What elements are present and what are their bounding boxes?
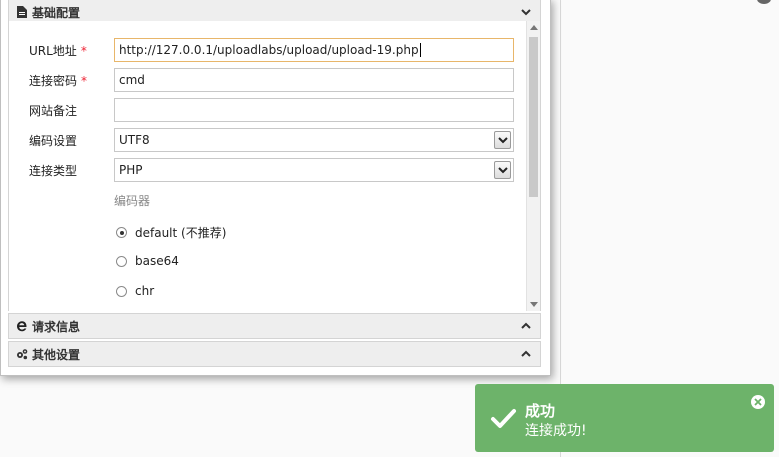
note-input[interactable] bbox=[114, 98, 514, 122]
ie-icon bbox=[16, 320, 28, 332]
scroll-up-arrow[interactable] bbox=[530, 25, 538, 30]
toast-title: 成功 bbox=[525, 402, 556, 420]
conn-type-row: 连接类型 bbox=[29, 158, 114, 182]
encoding-select[interactable]: UTF8 bbox=[114, 128, 514, 152]
radio-icon[interactable] bbox=[116, 285, 127, 297]
note-label: 网站备注 bbox=[29, 103, 78, 118]
password-label: 连接密码 * bbox=[29, 73, 88, 88]
toast-message: 连接成功! bbox=[525, 423, 587, 439]
encoder-option-label: base64 bbox=[135, 254, 179, 268]
chevron-up-icon[interactable] bbox=[520, 348, 532, 360]
panel-title-basic: 基础配置 bbox=[32, 5, 81, 20]
cogs-icon bbox=[16, 348, 28, 360]
conn-type-label: 连接类型 bbox=[29, 163, 78, 178]
radio-icon[interactable] bbox=[116, 255, 127, 267]
success-toast: 成功 连接成功! bbox=[475, 384, 774, 452]
chevron-up-icon[interactable] bbox=[520, 320, 532, 332]
radio-selected-icon[interactable] bbox=[116, 227, 127, 238]
scroll-thumb[interactable] bbox=[529, 37, 538, 197]
panel-title-other: 其他设置 bbox=[32, 347, 81, 362]
url-row: URL地址 * bbox=[29, 38, 114, 62]
panel-header-other[interactable]: 其他设置 bbox=[8, 341, 541, 367]
conn-type-select[interactable]: PHP bbox=[114, 158, 514, 182]
url-input[interactable]: http://127.0.0.1/uploadlabs/upload/uploa… bbox=[114, 38, 514, 62]
url-label: URL地址 * bbox=[29, 43, 87, 58]
encoder-option-label: chr bbox=[135, 284, 155, 298]
basic-config-body: URL地址 * http://127.0.0.1/uploadlabs/uploa… bbox=[8, 21, 541, 311]
vertical-scrollbar[interactable] bbox=[526, 21, 540, 311]
close-icon[interactable] bbox=[751, 395, 765, 409]
note-row: 网站备注 bbox=[29, 98, 114, 122]
encoder-option-chr[interactable]: chr bbox=[116, 284, 154, 298]
encoder-option-base64[interactable]: base64 bbox=[116, 254, 179, 268]
shell-config-dialog: 基础配置 URL地址 * http://127.0.0.1/uploadlabs/… bbox=[0, 0, 551, 376]
encoding-row: 编码设置 bbox=[29, 128, 114, 152]
encoder-title: 编码器 bbox=[114, 194, 151, 208]
encoder-option-default[interactable]: default (不推荐) bbox=[116, 224, 226, 241]
panel-header-request[interactable]: 请求信息 bbox=[8, 313, 541, 339]
chevron-down-icon[interactable] bbox=[494, 161, 511, 179]
scroll-down-arrow[interactable] bbox=[530, 302, 538, 307]
panel-title-request: 请求信息 bbox=[32, 319, 81, 334]
check-icon bbox=[489, 404, 517, 432]
encoder-option-label: default (不推荐) bbox=[135, 226, 227, 240]
chevron-down-icon[interactable] bbox=[520, 6, 532, 18]
password-row: 连接密码 * bbox=[29, 68, 114, 92]
password-input[interactable]: cmd bbox=[114, 68, 514, 92]
chevron-down-icon[interactable] bbox=[494, 131, 511, 149]
encoding-label: 编码设置 bbox=[29, 133, 78, 148]
right-pane-icon-fragment bbox=[757, 0, 771, 4]
file-icon bbox=[16, 6, 28, 18]
